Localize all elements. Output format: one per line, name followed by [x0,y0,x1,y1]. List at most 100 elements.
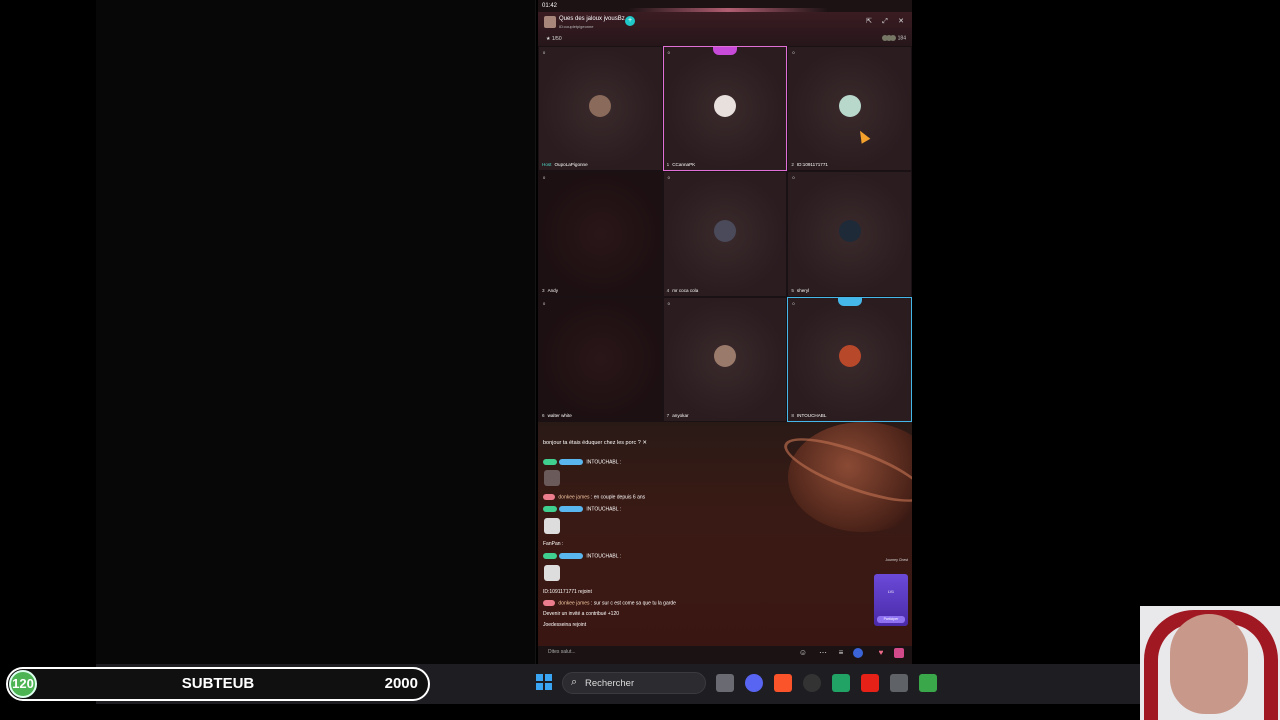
chat-user[interactable]: donkee james [558,600,589,606]
phone-mirror: 01:42 Ques des jaloux jvousBz ID:couplet… [538,0,912,666]
chat-input[interactable]: Dites salut... [548,649,576,655]
seat-name: 8 INTOUCHABL [791,413,826,418]
windows-logo-part [545,683,552,690]
seat-score: 0 [792,175,795,181]
brave-icon[interactable] [774,674,792,692]
chat-text: ID:1091171771 rejoint [543,589,592,595]
discord-icon[interactable] [745,674,763,692]
bluestacks-icon[interactable] [919,674,937,692]
chat-message: donkee james : en couple depuis 6 ans [543,494,645,500]
file-explorer-icon[interactable] [716,674,734,692]
input-bar: Dites salut... ☺ ⋯ ≡ ♥ [538,646,912,666]
menu-icon[interactable]: ≡ [836,648,846,658]
seat-2[interactable]: 0 2 ID:1091171771 [787,46,912,172]
seat-avatar[interactable] [838,94,861,117]
sub-goal-title: SUBTEUB [181,675,255,692]
seat-index: 7 [666,413,670,418]
seat-name: 1 CCannaPK [667,162,696,167]
right-panel [912,0,1280,664]
sub-goal-target: 2000 [384,675,418,692]
level-badge [543,459,557,465]
sticker-image [544,518,560,534]
seat-index: 3 [542,287,545,293]
close-icon[interactable]: ✕ [896,17,906,27]
chat-message: donkee james : sur sur c est come sa que… [543,600,676,606]
viewer-list[interactable]: 184 [882,35,906,41]
seat-score: 0 [543,50,546,55]
seat-6[interactable]: 0 6 walter white [538,296,663,422]
seat-score: 0 [667,50,670,55]
seat-username: INTOUCHABL [796,413,827,418]
room-meta-count: 1/50 [551,36,562,42]
room-meta: ★ 1/50 [546,36,562,42]
search-icon: ⌕ [571,676,578,688]
settings-icon[interactable] [890,674,908,692]
follow-button[interactable]: + [625,16,635,26]
chat-text: Joedesseina rejoint [543,622,587,628]
seat-avatar[interactable] [838,345,861,368]
seat-avatar[interactable] [713,94,736,117]
room-avatar[interactable] [544,16,556,28]
seat-1[interactable]: 0 1 CCannaPK [662,46,788,172]
heart-icon[interactable]: ♥ [876,648,886,658]
seat-index: 1 [666,162,670,168]
seat-frame-crown [712,47,737,55]
event-participate-button[interactable]: Participer [877,616,905,623]
youtube-icon[interactable] [861,674,879,692]
chat-user[interactable]: INTOUCHABL : [586,506,621,512]
seat-score: 0 [792,50,795,55]
seat-avatar[interactable] [713,219,736,242]
seat-name: 6 walter white [542,413,572,418]
spreadsheet-icon[interactable] [832,674,850,692]
windows-logo-part [536,674,543,681]
seat-username: anyokar [672,413,689,418]
rank-badge [559,459,583,465]
seat-score: 0 [667,175,670,181]
event-card[interactable]: LV1 Participer [874,574,908,626]
seat-score: 0 [667,300,670,306]
seat-score: 0 [543,175,546,181]
chat-user[interactable]: donkee james [558,494,589,500]
chat-message: FanPan : [543,541,563,547]
chat-text: : en couple depuis 6 ans [590,494,646,501]
seat-7[interactable]: 0 7 anyokar [662,296,788,422]
chat-user[interactable]: INTOUCHABL : [586,459,621,465]
event-card-level: LV1 [888,590,894,594]
status-time: 01:42 [542,3,558,9]
seat-4[interactable]: 0 4 mr coca cola [662,171,788,297]
seat-name: 3 Andy [542,288,558,293]
seat-8[interactable]: 0 8 INTOUCHABL [787,296,912,422]
seat-frame-crown [837,297,862,306]
seat-name: 5 sheryl [791,288,809,293]
mic-icon[interactable]: ⋯ [818,648,828,658]
chat-user[interactable]: INTOUCHABL : [586,553,621,559]
minimize-icon[interactable]: ⤢ [880,17,890,27]
level-badge [543,494,555,500]
share-icon[interactable]: ⇱ [864,17,874,27]
emoji-icon[interactable]: ☺ [798,648,808,658]
seat-avatar[interactable] [589,94,612,117]
chat-user[interactable]: FanPan : [543,541,563,547]
game-icon[interactable] [853,648,863,658]
seat-index: 8 [791,413,794,418]
gift-icon[interactable] [894,648,904,658]
chat-area: bonjour ta étais éduquer chez les porc ?… [538,422,912,650]
seat-0[interactable]: 0 Host OupoLaPigonne [538,46,663,172]
desktop: 01:42 Ques des jaloux jvousBz ID:couplet… [0,0,1280,720]
search-label: Rechercher [585,678,635,689]
seat-username: walter white [547,413,572,418]
seat-avatar[interactable] [838,219,861,242]
start-button[interactable] [536,674,554,692]
seat-5[interactable]: 0 5 sheryl [787,171,912,297]
seat-score: 0 [543,300,546,306]
taskbar-search[interactable]: ⌕ Rechercher [562,672,706,694]
rank-badge [559,553,583,559]
seat-username: ID:1091171771 [796,162,828,168]
seat-name: Host OupoLaPigonne [542,162,588,167]
clock-icon[interactable] [803,674,821,692]
room-announcement: bonjour ta étais éduquer chez les porc ?… [543,440,647,446]
windows-logo-part [536,683,543,690]
chat-message: INTOUCHABL : [543,459,621,465]
seat-3[interactable]: 0 3 Andy [538,171,663,297]
seat-avatar[interactable] [713,345,736,368]
